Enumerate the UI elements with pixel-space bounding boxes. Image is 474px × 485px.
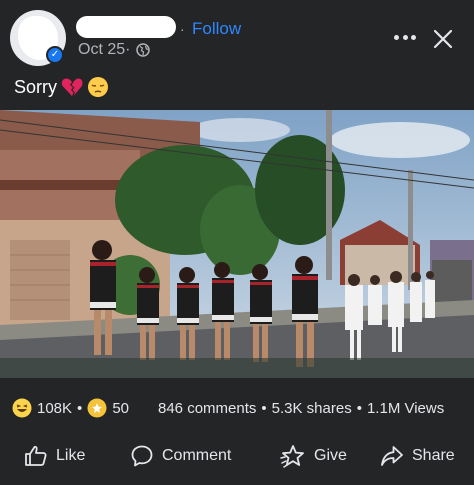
shares-count[interactable]: 5.3K shares xyxy=(272,400,352,417)
post-meta: Oct 25 · xyxy=(78,41,151,59)
author-name-redacted[interactable] xyxy=(76,16,176,38)
like-label: Like xyxy=(56,447,86,464)
thumbs-up-icon xyxy=(25,445,47,466)
post-header: ✓ · Follow Oct 25 · xyxy=(0,0,474,70)
globe-icon xyxy=(136,43,151,57)
close-icon[interactable] xyxy=(432,28,454,50)
engagement-stats: 846 comments • 5.3K shares • 1.1M Views xyxy=(158,400,444,417)
share-button[interactable]: Share xyxy=(380,444,455,468)
action-bar: Like Comment Give Share xyxy=(0,440,474,476)
follow-button[interactable]: Follow xyxy=(192,19,241,39)
video-frame-parade-scene xyxy=(0,110,474,378)
video-player[interactable] xyxy=(0,110,474,378)
post-caption: Sorry xyxy=(14,76,109,98)
share-label: Share xyxy=(412,447,455,464)
comment-label: Comment xyxy=(162,447,232,464)
comments-count[interactable]: 846 comments xyxy=(158,400,256,417)
comment-button[interactable]: Comment xyxy=(130,444,231,468)
share-arrow-icon xyxy=(381,446,403,466)
care-count: 50 xyxy=(112,399,129,417)
star-icon xyxy=(280,445,304,468)
stats-separator: • xyxy=(356,400,362,417)
care-icon xyxy=(87,398,107,418)
more-options-icon[interactable] xyxy=(392,24,418,50)
haha-count: 108K xyxy=(37,399,73,417)
like-button[interactable]: Like xyxy=(24,444,85,468)
comment-bubble-icon xyxy=(131,445,153,467)
haha-icon xyxy=(12,398,32,418)
broken-heart-emoji-icon xyxy=(61,78,83,96)
reaction-summary[interactable]: 108K • 50 xyxy=(12,398,129,418)
post-date[interactable]: Oct 25 xyxy=(78,41,125,59)
pensive-face-emoji-icon xyxy=(88,77,109,97)
verified-badge-icon: ✓ xyxy=(46,46,64,64)
reaction-separator: • xyxy=(77,399,83,417)
separator-dot: · xyxy=(180,21,185,37)
give-button[interactable]: Give xyxy=(280,444,347,468)
stats-separator: • xyxy=(261,400,267,417)
give-label: Give xyxy=(314,447,347,464)
post-date-separator: · xyxy=(125,41,131,58)
caption-text: Sorry xyxy=(14,77,58,97)
views-count: 1.1M Views xyxy=(366,400,445,417)
